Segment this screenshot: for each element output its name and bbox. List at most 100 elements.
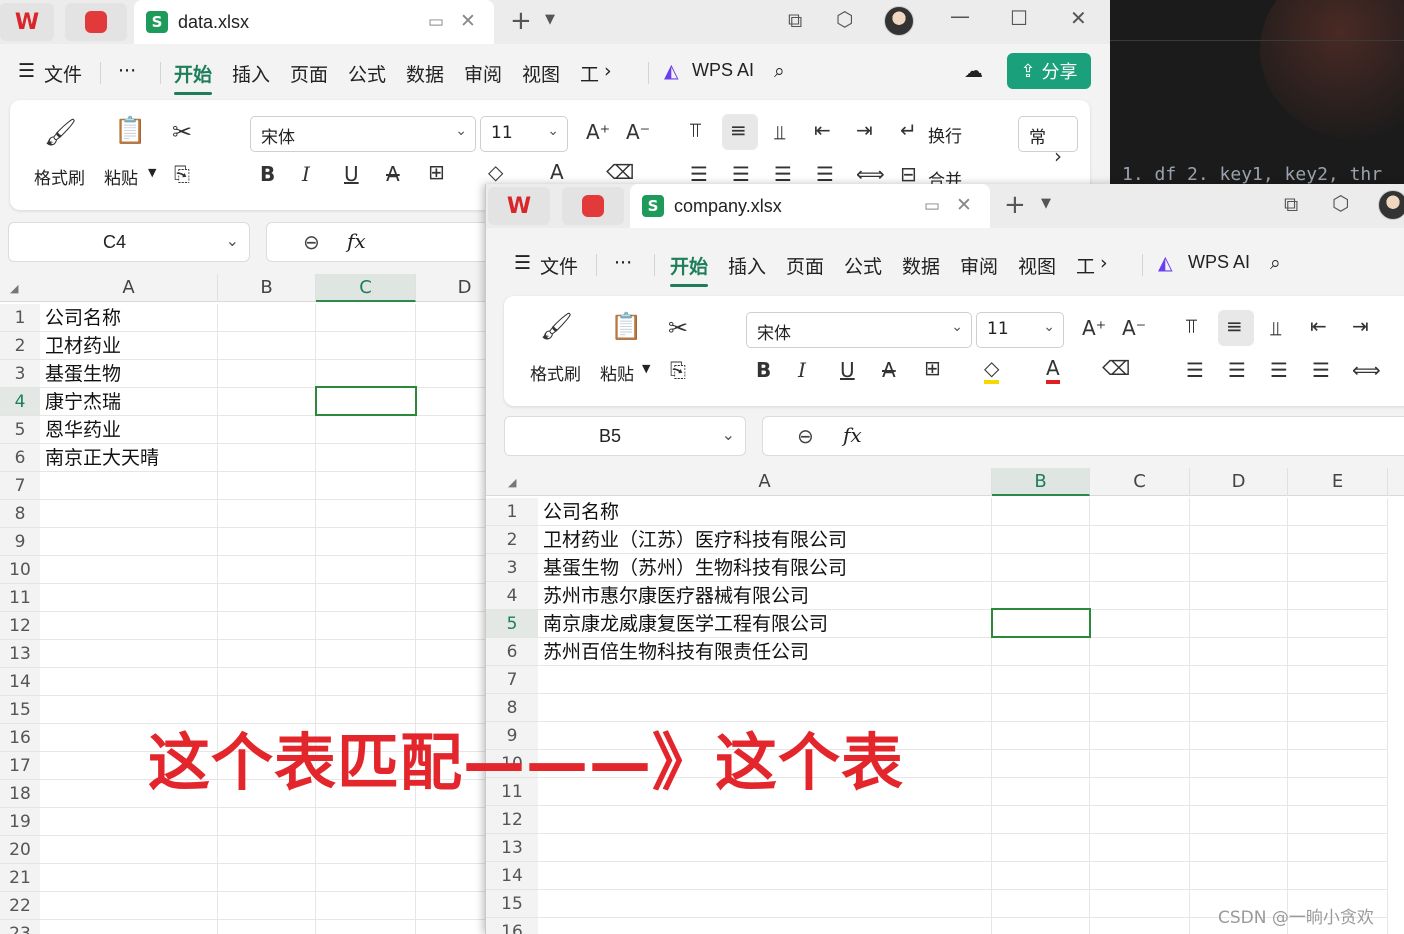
close-window-icon[interactable]: ✕ xyxy=(1070,6,1087,30)
row-header[interactable]: 21 xyxy=(0,864,40,892)
restore-tabs-icon[interactable]: ⧉ xyxy=(1284,192,1298,216)
row-header[interactable]: 2 xyxy=(486,526,538,554)
bold-icon[interactable]: B xyxy=(756,358,771,382)
justify-icon[interactable]: ☰ xyxy=(816,162,834,186)
fill-color-icon[interactable]: ◇ xyxy=(984,356,1000,384)
cell[interactable] xyxy=(1288,526,1388,554)
row-header[interactable]: 16 xyxy=(0,724,40,752)
cell[interactable] xyxy=(1288,722,1388,750)
cell[interactable] xyxy=(992,806,1090,834)
cell[interactable]: 卫材药业 xyxy=(40,332,218,360)
increase-font-icon[interactable]: A⁺ xyxy=(1082,316,1106,340)
row-header[interactable]: 19 xyxy=(0,808,40,836)
cloud-icon[interactable]: ☁ xyxy=(964,60,983,82)
menu-formula[interactable]: 公式 xyxy=(844,252,882,279)
cell[interactable] xyxy=(218,500,316,528)
row-header[interactable]: 16 xyxy=(486,918,538,934)
select-all-icon[interactable]: ◢ xyxy=(508,476,516,489)
cell[interactable] xyxy=(40,472,218,500)
clear-format-icon[interactable]: ⌫ xyxy=(606,160,634,184)
cell[interactable] xyxy=(992,722,1090,750)
name-box[interactable]: C4 ⌄ xyxy=(8,222,250,262)
font-color-icon[interactable]: A xyxy=(1046,356,1060,384)
row-header[interactable]: 3 xyxy=(0,360,40,388)
row-header[interactable]: 14 xyxy=(486,862,538,890)
increase-font-icon[interactable]: A⁺ xyxy=(586,120,610,144)
column-header-e[interactable]: E xyxy=(1288,468,1388,496)
search-icon[interactable]: ⌕ xyxy=(1270,252,1281,274)
italic-icon[interactable]: I xyxy=(798,358,806,382)
cell[interactable] xyxy=(1090,918,1190,934)
cell[interactable] xyxy=(1090,666,1190,694)
cell[interactable]: 卫材药业（江苏）医疗科技有限公司 xyxy=(538,526,992,554)
cell[interactable] xyxy=(1288,834,1388,862)
cell[interactable] xyxy=(218,388,316,416)
cell[interactable]: 基蛋生物 xyxy=(40,360,218,388)
cut-icon[interactable]: ✂ xyxy=(668,314,688,342)
cell[interactable] xyxy=(1190,694,1288,722)
formula-bar[interactable]: ⊖ fx xyxy=(762,416,1404,456)
row-header[interactable]: 4 xyxy=(0,388,40,416)
cell[interactable] xyxy=(316,500,416,528)
align-right-icon[interactable]: ☰ xyxy=(1270,358,1288,382)
cell[interactable] xyxy=(218,808,316,836)
more-icon[interactable]: ··· xyxy=(614,252,632,274)
row-header[interactable]: 13 xyxy=(0,640,40,668)
cell[interactable] xyxy=(1090,554,1190,582)
cell[interactable] xyxy=(1090,582,1190,610)
cell[interactable] xyxy=(992,498,1090,526)
cell[interactable] xyxy=(1190,806,1288,834)
cell[interactable] xyxy=(1090,778,1190,806)
cell[interactable] xyxy=(316,304,416,332)
align-center-icon[interactable]: ☰ xyxy=(1228,358,1246,382)
cell[interactable] xyxy=(218,892,316,920)
search-icon[interactable]: ⌕ xyxy=(774,60,785,82)
cell[interactable] xyxy=(1190,778,1288,806)
row-header[interactable]: 15 xyxy=(486,890,538,918)
row-header[interactable]: 22 xyxy=(0,892,40,920)
row-header[interactable]: 7 xyxy=(0,472,40,500)
row-header[interactable]: 3 xyxy=(486,554,538,582)
cell[interactable] xyxy=(218,332,316,360)
maximize-icon[interactable]: ☐ xyxy=(1010,6,1028,30)
cell[interactable] xyxy=(40,640,218,668)
cell[interactable] xyxy=(218,584,316,612)
cell[interactable] xyxy=(218,668,316,696)
distributed-icon[interactable]: ⟺ xyxy=(1352,358,1381,382)
cell[interactable] xyxy=(218,472,316,500)
number-format-select[interactable]: 常 xyxy=(1018,116,1078,152)
row-header[interactable]: 12 xyxy=(486,806,538,834)
align-top-icon[interactable]: ⫪ xyxy=(1186,314,1197,338)
cell[interactable] xyxy=(1288,582,1388,610)
cell[interactable]: 公司名称 xyxy=(40,304,218,332)
cell[interactable] xyxy=(538,918,992,934)
column-header-a[interactable]: A xyxy=(538,468,992,496)
underline-icon[interactable]: U xyxy=(840,358,855,382)
row-header[interactable]: 14 xyxy=(0,668,40,696)
user-avatar[interactable] xyxy=(884,6,914,36)
wps-home-button[interactable]: W xyxy=(488,187,550,225)
borders-icon[interactable]: ⊞ xyxy=(428,160,445,184)
cell[interactable] xyxy=(316,836,416,864)
row-header[interactable]: 20 xyxy=(0,836,40,864)
menu-tools[interactable]: 工 xyxy=(580,60,599,87)
cell[interactable] xyxy=(40,584,218,612)
cell[interactable]: 恩华药业 xyxy=(40,416,218,444)
cell[interactable] xyxy=(316,584,416,612)
cell[interactable] xyxy=(218,360,316,388)
column-header-b[interactable]: B xyxy=(218,274,316,302)
row-header[interactable]: 5 xyxy=(0,416,40,444)
cell[interactable] xyxy=(1090,722,1190,750)
wps-ai-button[interactable]: WPS AI xyxy=(692,60,754,81)
font-family-select[interactable]: 宋体 ⌄ xyxy=(250,116,476,152)
cube-icon[interactable]: ⬡ xyxy=(1332,191,1349,215)
row-header[interactable]: 13 xyxy=(486,834,538,862)
cell[interactable]: 南京正大天晴 xyxy=(40,444,218,472)
format-painter-label[interactable]: 格式刷 xyxy=(530,360,581,385)
cell[interactable] xyxy=(316,444,416,472)
column-header-c[interactable]: C xyxy=(1090,468,1190,496)
minimize-icon[interactable]: — xyxy=(950,4,970,28)
cell[interactable] xyxy=(538,666,992,694)
menu-view[interactable]: 视图 xyxy=(1018,252,1056,279)
cell[interactable] xyxy=(1190,526,1288,554)
